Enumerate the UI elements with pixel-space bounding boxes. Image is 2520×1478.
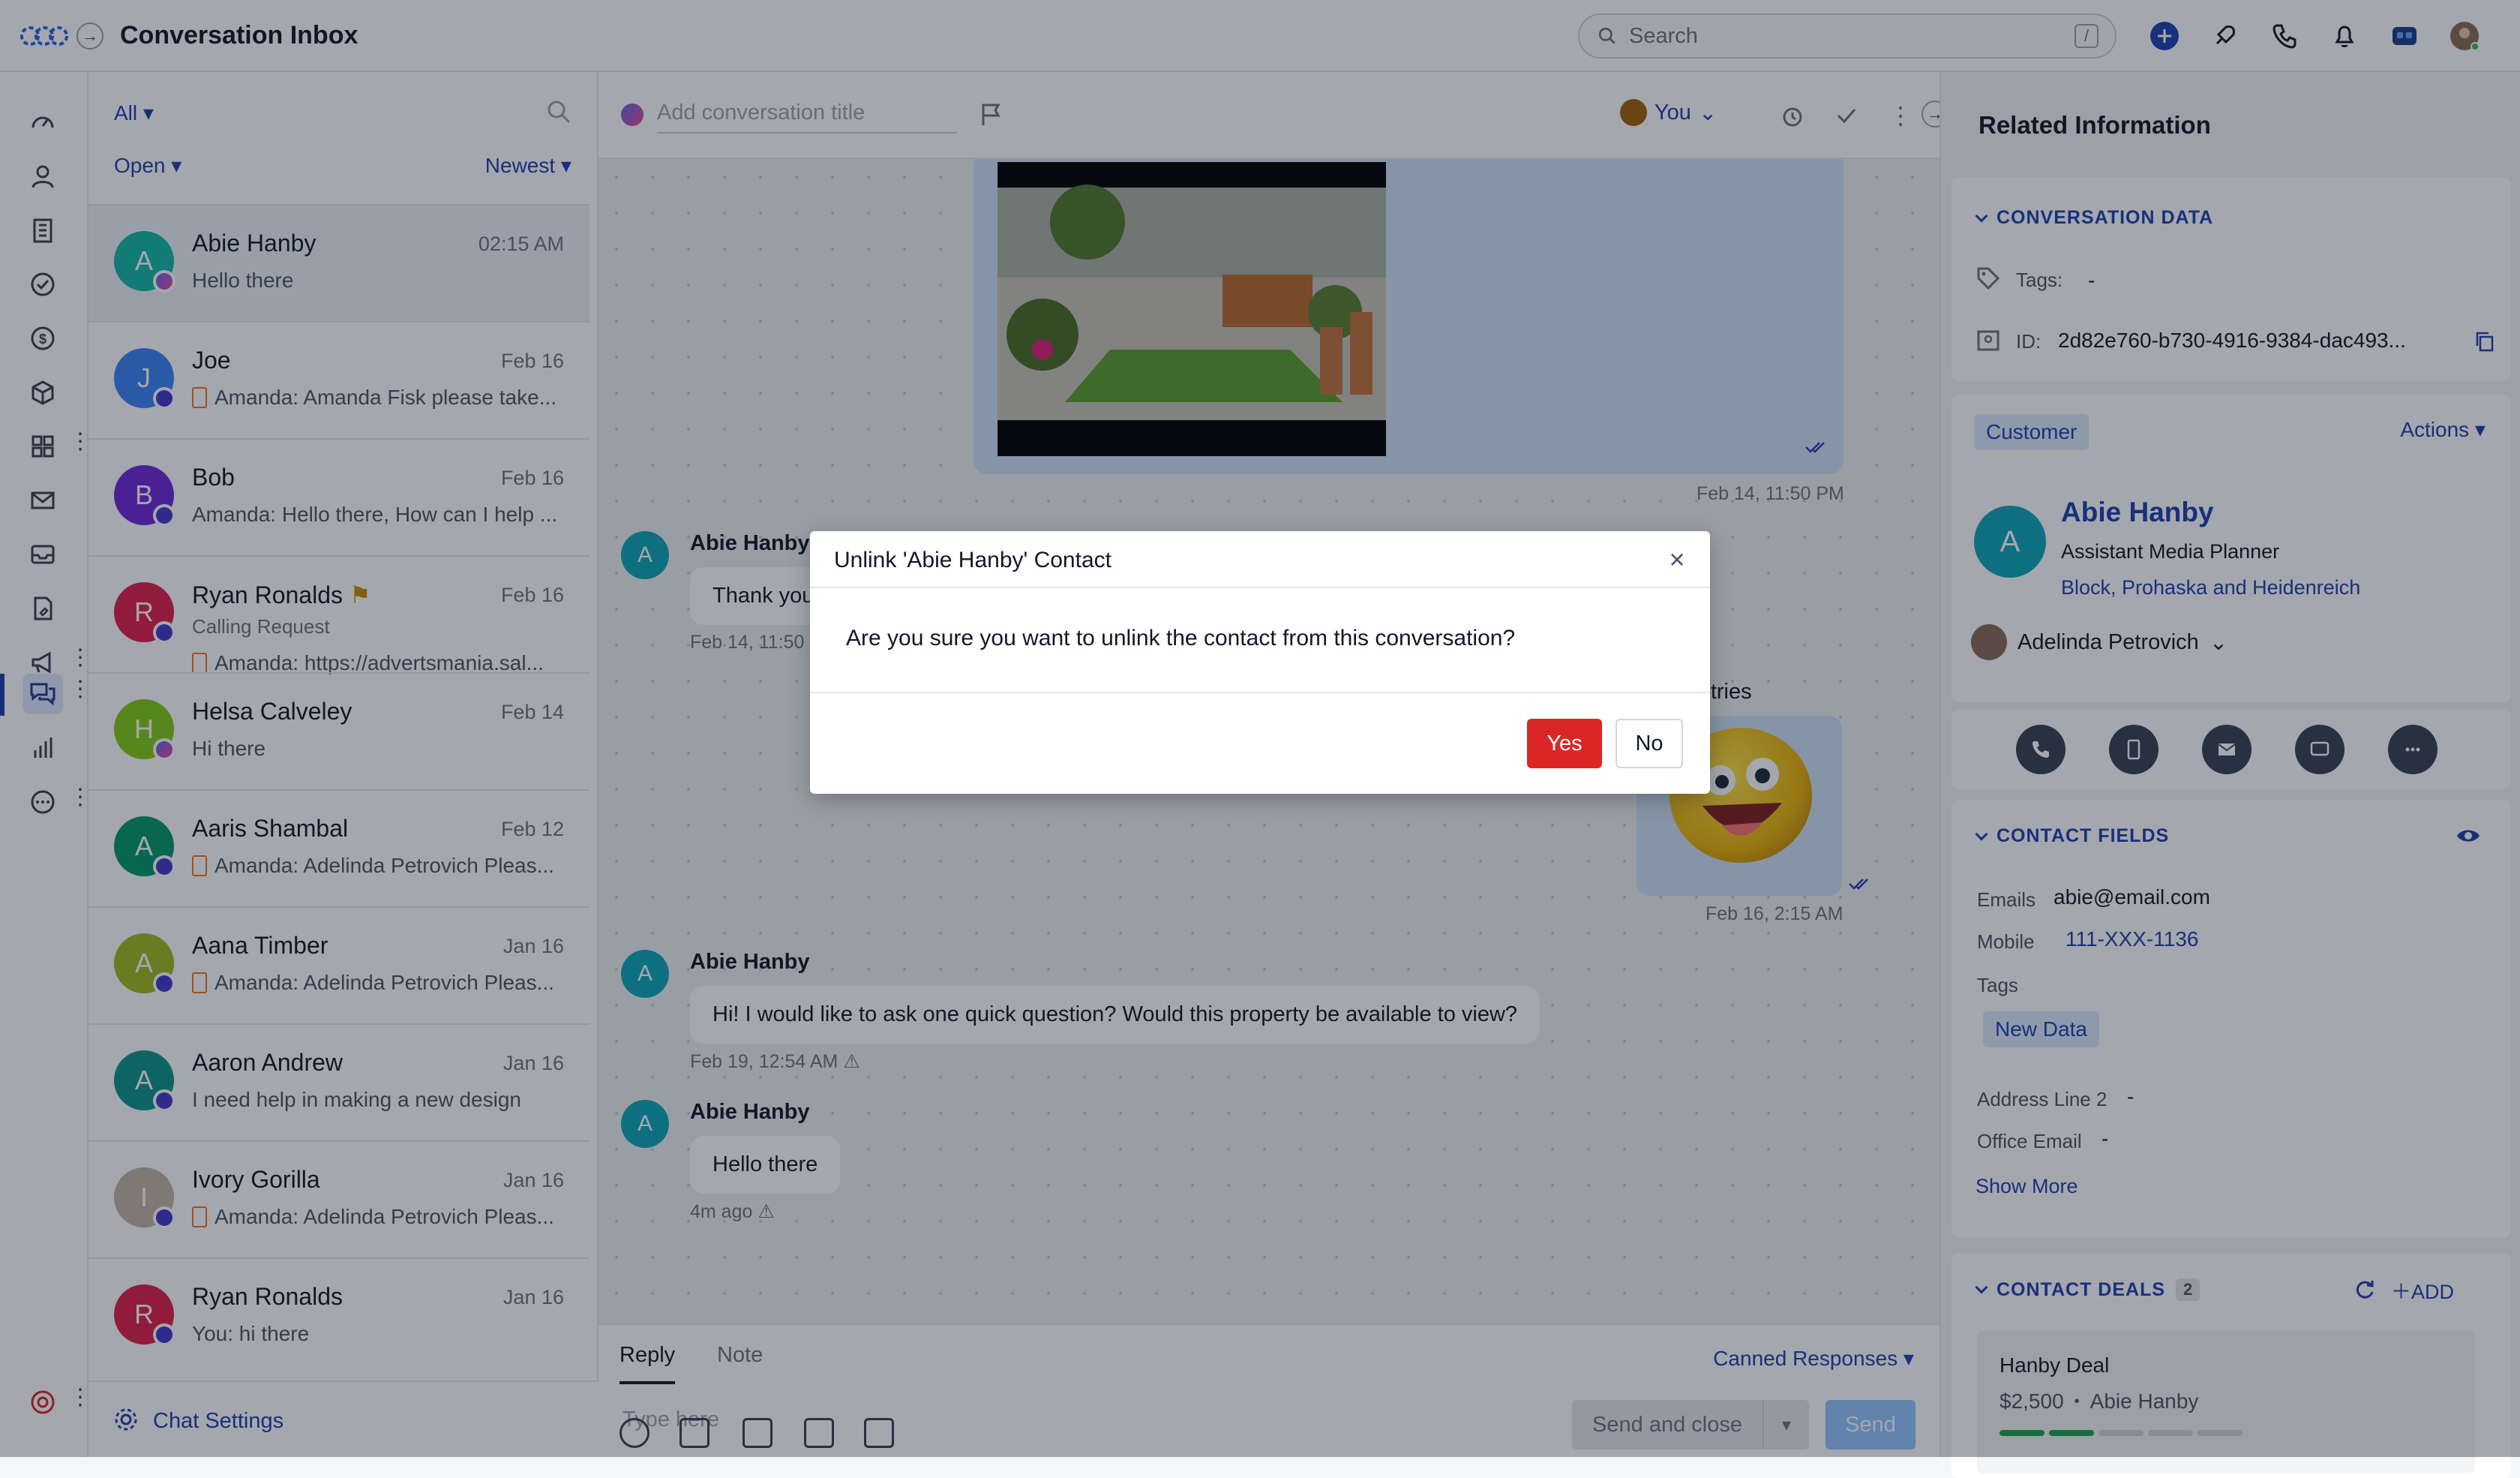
unlink-contact-dialog: Unlink 'Abie Hanby' Contact × Are you su… — [810, 531, 1710, 794]
no-button[interactable]: No — [1616, 719, 1683, 768]
dialog-header: Unlink 'Abie Hanby' Contact × — [810, 531, 1710, 588]
yes-button[interactable]: Yes — [1527, 719, 1602, 768]
dialog-title: Unlink 'Abie Hanby' Contact — [834, 548, 1112, 572]
close-icon[interactable]: × — [1662, 545, 1692, 575]
dialog-message: Are you sure you want to unlink the cont… — [846, 626, 1516, 650]
